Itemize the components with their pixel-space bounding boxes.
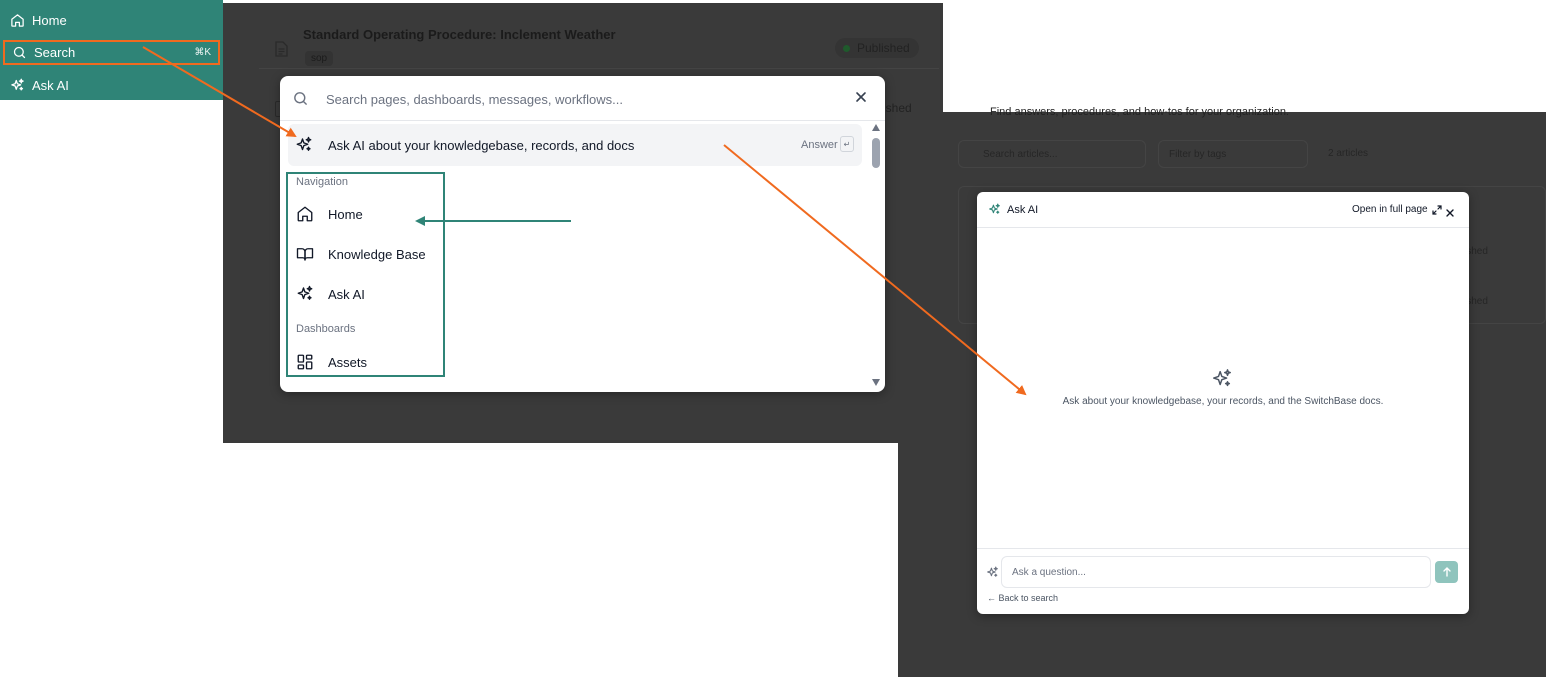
open-full-page-button[interactable]: Open in full page xyxy=(1352,204,1442,215)
sparkles-icon xyxy=(10,78,25,93)
ask-ai-option[interactable]: Ask AI about your knowledgebase, records… xyxy=(288,124,862,166)
sidebar-item-label: Ask AI xyxy=(32,77,69,93)
article-title: Standard Operating Procedure: Inclement … xyxy=(303,27,616,42)
article-tag: sop xyxy=(305,51,334,66)
status-label: Published xyxy=(857,41,910,55)
search-icon xyxy=(12,45,27,60)
search-icon xyxy=(292,90,309,107)
back-to-search-link[interactable]: ← Back to search xyxy=(987,593,1058,603)
sidebar-item-search[interactable]: Search ⌘K xyxy=(3,40,220,65)
sparkles-icon xyxy=(988,203,1001,216)
article-count: 2 articles xyxy=(1328,148,1369,159)
tag-filter-select: Filter by tags xyxy=(1158,140,1308,168)
send-button[interactable] xyxy=(1435,561,1458,583)
command-palette: Ask AI about your knowledgebase, records… xyxy=(280,76,885,392)
home-icon xyxy=(10,13,25,28)
dialog-header: Ask AI Open in full page xyxy=(977,192,1469,228)
document-icon xyxy=(275,41,288,57)
close-icon[interactable] xyxy=(854,90,868,104)
status-dot xyxy=(843,44,850,52)
ask-ai-option-label: Ask AI about your knowledgebase, records… xyxy=(328,138,635,153)
page-subtitle: Find answers, procedures, and how-tos fo… xyxy=(990,106,1289,118)
arrow-up-icon xyxy=(1442,567,1451,577)
sidebar-item-ask-ai[interactable]: Ask AI xyxy=(0,69,223,101)
dialog-title: Ask AI xyxy=(1007,204,1039,216)
ask-question-input[interactable] xyxy=(1001,556,1431,588)
sidebar-item-home[interactable]: Home xyxy=(0,4,223,36)
expand-icon xyxy=(1432,204,1442,215)
keyboard-shortcut: ⌘K xyxy=(194,47,211,58)
sidebar: Home Search ⌘K Ask AI xyxy=(0,0,223,100)
sparkles-icon xyxy=(1211,368,1233,390)
empty-state-message: Ask about your knowledgebase, your recor… xyxy=(1062,396,1384,407)
sparkles-icon xyxy=(986,566,999,579)
search-articles-input: Search articles... xyxy=(958,140,1146,168)
status-badge: Published xyxy=(835,38,919,58)
scroll-up-arrow-icon[interactable] xyxy=(872,124,880,131)
palette-header xyxy=(280,76,885,121)
annotation-highlight-box xyxy=(286,172,445,377)
sidebar-item-label: Search xyxy=(34,45,76,60)
enter-key-icon: ↵ xyxy=(840,136,854,152)
search-input[interactable] xyxy=(326,88,826,110)
divider xyxy=(977,548,1469,549)
ask-ai-dialog: Ask AI Open in full page Ask about your … xyxy=(977,192,1469,614)
scrollbar[interactable] xyxy=(870,124,882,388)
sidebar-item-label: Home xyxy=(32,12,67,28)
close-icon[interactable] xyxy=(1445,205,1455,217)
scrollbar-thumb[interactable] xyxy=(872,138,880,168)
open-full-page-label: Open in full page xyxy=(1352,204,1428,215)
scroll-down-arrow-icon[interactable] xyxy=(872,379,880,386)
sparkles-icon xyxy=(295,136,313,154)
ask-ai-hint: Answer xyxy=(801,139,838,151)
